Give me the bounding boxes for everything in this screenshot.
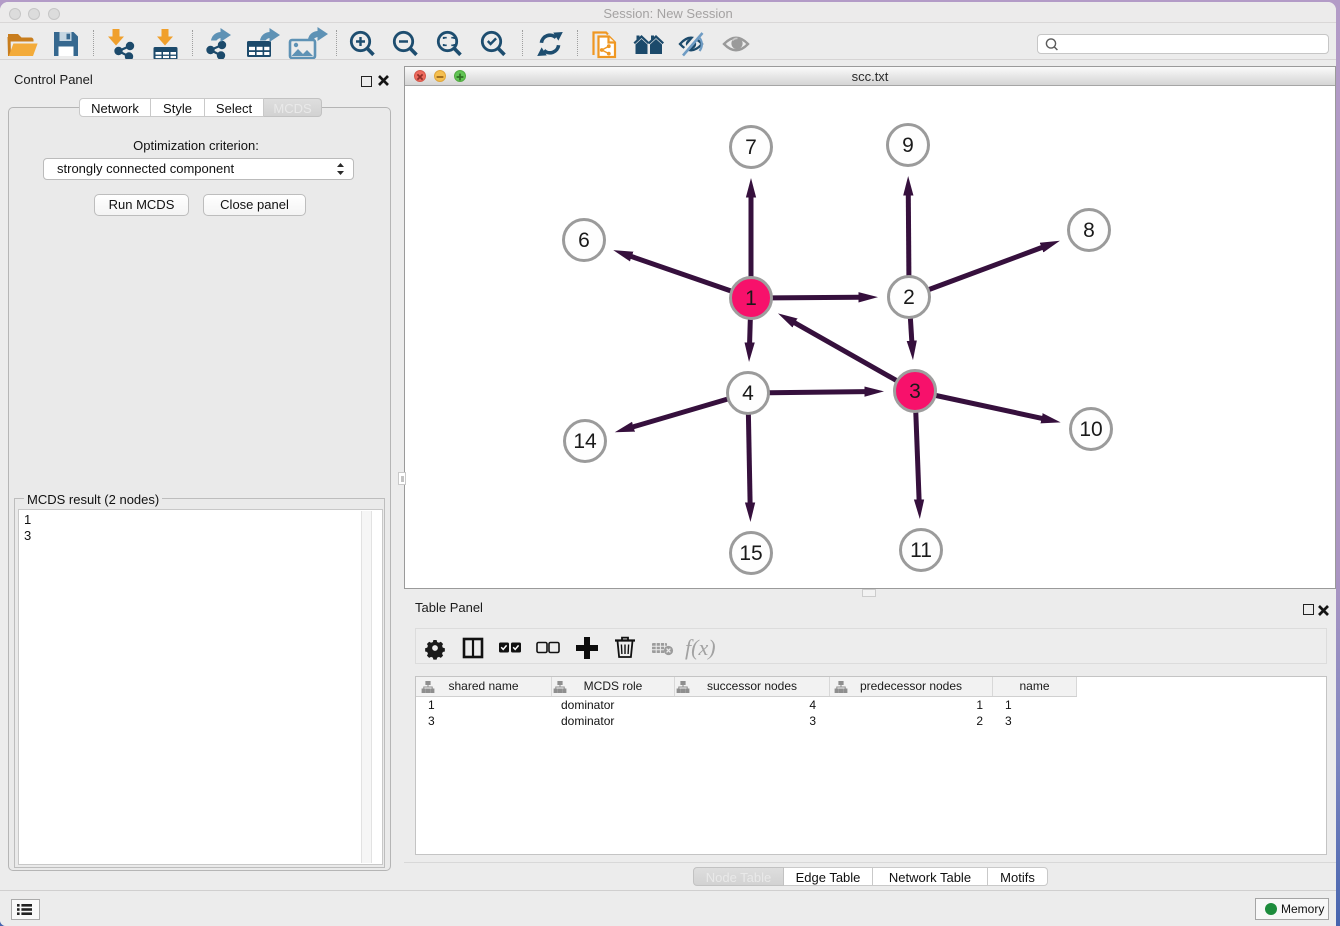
svg-text:10: 10 xyxy=(1079,418,1102,441)
svg-text:15: 15 xyxy=(739,542,762,565)
svg-text:14: 14 xyxy=(573,430,597,453)
svg-text:1: 1 xyxy=(745,287,757,310)
svg-text:8: 8 xyxy=(1083,219,1095,242)
svg-text:7: 7 xyxy=(745,136,757,159)
svg-text:9: 9 xyxy=(902,134,914,157)
svg-text:f(x): f(x) xyxy=(685,635,716,660)
svg-text:3: 3 xyxy=(909,380,921,403)
svg-text:2: 2 xyxy=(903,286,915,309)
svg-text:11: 11 xyxy=(910,539,932,562)
svg-text:4: 4 xyxy=(742,382,754,405)
svg-text:6: 6 xyxy=(578,229,590,252)
